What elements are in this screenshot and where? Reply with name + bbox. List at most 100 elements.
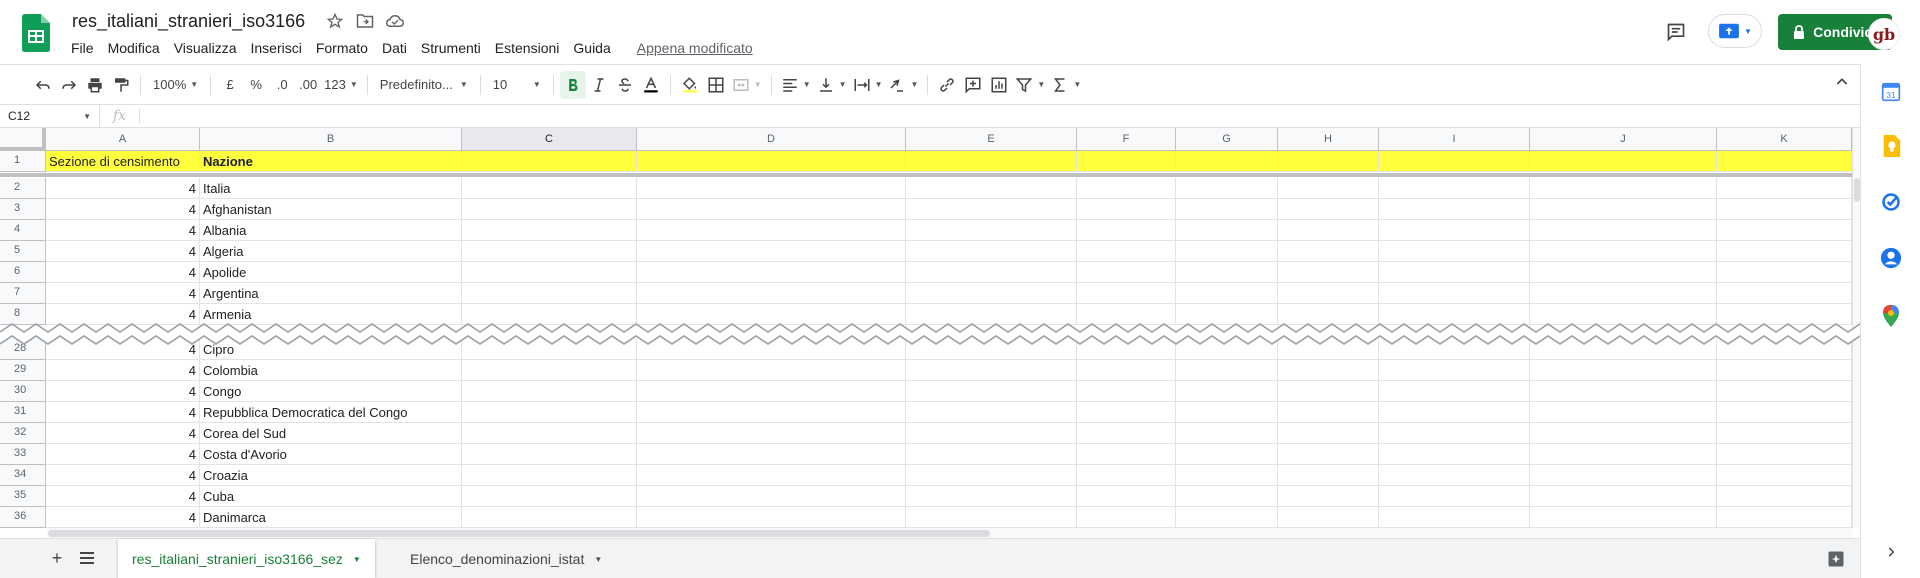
cell-j[interactable]	[1530, 151, 1717, 172]
column-header-b[interactable]: B	[200, 128, 462, 151]
cell-k[interactable]	[1717, 360, 1852, 381]
cell-b[interactable]: Repubblica Democratica del Congo	[200, 402, 462, 423]
cell-a[interactable]: 4	[46, 199, 200, 220]
cell-e[interactable]	[906, 465, 1077, 486]
cell-j[interactable]	[1530, 423, 1717, 444]
cell-k[interactable]	[1717, 241, 1852, 262]
cell-b[interactable]: Costa d'Avorio	[200, 444, 462, 465]
cell-c[interactable]	[462, 151, 637, 172]
cell-e[interactable]	[906, 283, 1077, 304]
text-rotation-icon[interactable]: ▼	[885, 71, 921, 99]
cell-f[interactable]	[1077, 507, 1176, 528]
row-number[interactable]: 35	[0, 486, 46, 507]
cell-d[interactable]	[637, 402, 906, 423]
cell-k[interactable]	[1717, 486, 1852, 507]
name-box[interactable]: C12 ▼	[0, 105, 100, 127]
cell-c[interactable]	[462, 465, 637, 486]
insert-comment-icon[interactable]	[960, 71, 986, 99]
cell-i[interactable]	[1379, 381, 1530, 402]
cell-f[interactable]	[1077, 262, 1176, 283]
cell-a[interactable]: Sezione di censimento	[46, 151, 200, 172]
select-all-corner[interactable]	[0, 128, 46, 151]
cell-e[interactable]	[906, 151, 1077, 172]
cell-h[interactable]	[1278, 199, 1379, 220]
strikethrough-icon[interactable]	[612, 71, 638, 99]
cell-j[interactable]	[1530, 283, 1717, 304]
cell-k[interactable]	[1717, 151, 1852, 172]
cell-k[interactable]	[1717, 262, 1852, 283]
collapse-toolbar-icon[interactable]	[1834, 74, 1850, 95]
cell-f[interactable]	[1077, 178, 1176, 199]
move-folder-icon[interactable]	[354, 10, 376, 32]
cell-k[interactable]	[1717, 283, 1852, 304]
cell-d[interactable]	[637, 381, 906, 402]
cell-d[interactable]	[637, 486, 906, 507]
chevron-right-icon[interactable]	[1879, 540, 1903, 564]
cell-j[interactable]	[1530, 381, 1717, 402]
cell-e[interactable]	[906, 402, 1077, 423]
redo-icon[interactable]	[56, 71, 82, 99]
cell-b[interactable]: Italia	[200, 178, 462, 199]
cell-c[interactable]	[462, 199, 637, 220]
cell-e[interactable]	[906, 262, 1077, 283]
cell-a[interactable]: 4	[46, 423, 200, 444]
cell-h[interactable]	[1278, 465, 1379, 486]
column-header-a[interactable]: A	[46, 128, 200, 151]
filter-icon[interactable]: ▼	[1012, 71, 1048, 99]
row-number[interactable]: 2	[0, 178, 46, 199]
add-sheet-icon[interactable]: +	[46, 547, 68, 569]
cell-d[interactable]	[637, 360, 906, 381]
row-number[interactable]: 36	[0, 507, 46, 528]
cell-f[interactable]	[1077, 220, 1176, 241]
cell-h[interactable]	[1278, 220, 1379, 241]
cell-e[interactable]	[906, 360, 1077, 381]
increase-decimals-button[interactable]: .00	[295, 71, 321, 99]
borders-icon[interactable]	[703, 71, 729, 99]
cell-e[interactable]	[906, 507, 1077, 528]
print-icon[interactable]	[82, 71, 108, 99]
cell-b[interactable]: Apolide	[200, 262, 462, 283]
cell-b[interactable]: Algeria	[200, 241, 462, 262]
cell-e[interactable]	[906, 199, 1077, 220]
cell-b[interactable]: Congo	[200, 381, 462, 402]
cell-c[interactable]	[462, 178, 637, 199]
row-number[interactable]: 31	[0, 402, 46, 423]
cell-a[interactable]: 4	[46, 444, 200, 465]
row-number[interactable]: 5	[0, 241, 46, 262]
column-header-k[interactable]: K	[1717, 128, 1852, 151]
column-header-g[interactable]: G	[1176, 128, 1278, 151]
menu-dati[interactable]: Dati	[375, 38, 414, 58]
cell-e[interactable]	[906, 444, 1077, 465]
cell-i[interactable]	[1379, 241, 1530, 262]
cell-j[interactable]	[1530, 360, 1717, 381]
cell-c[interactable]	[462, 402, 637, 423]
document-title[interactable]: res_italiani_stranieri_iso3166	[72, 11, 305, 32]
cell-i[interactable]	[1379, 444, 1530, 465]
cell-i[interactable]	[1379, 151, 1530, 172]
font-family-select[interactable]: Predefinito... ▼	[374, 71, 474, 99]
cell-g[interactable]	[1176, 283, 1278, 304]
column-header-e[interactable]: E	[906, 128, 1077, 151]
cell-j[interactable]	[1530, 486, 1717, 507]
cell-g[interactable]	[1176, 507, 1278, 528]
row-number[interactable]: 7	[0, 283, 46, 304]
tasks-icon[interactable]	[1879, 190, 1903, 214]
cell-c[interactable]	[462, 220, 637, 241]
cell-d[interactable]	[637, 465, 906, 486]
cell-g[interactable]	[1176, 178, 1278, 199]
cell-k[interactable]	[1717, 423, 1852, 444]
cell-d[interactable]	[637, 241, 906, 262]
cell-a[interactable]: 4	[46, 360, 200, 381]
cell-d[interactable]	[637, 423, 906, 444]
text-wrapping-icon[interactable]: ▼	[850, 71, 886, 99]
cell-f[interactable]	[1077, 241, 1176, 262]
undo-icon[interactable]	[30, 71, 56, 99]
column-header-j[interactable]: J	[1530, 128, 1717, 151]
column-header-h[interactable]: H	[1278, 128, 1379, 151]
cell-g[interactable]	[1176, 444, 1278, 465]
cloud-status-icon[interactable]	[384, 10, 406, 32]
cell-h[interactable]	[1278, 402, 1379, 423]
cell-b[interactable]: Danimarca	[200, 507, 462, 528]
cell-h[interactable]	[1278, 360, 1379, 381]
row-number[interactable]: 3	[0, 199, 46, 220]
